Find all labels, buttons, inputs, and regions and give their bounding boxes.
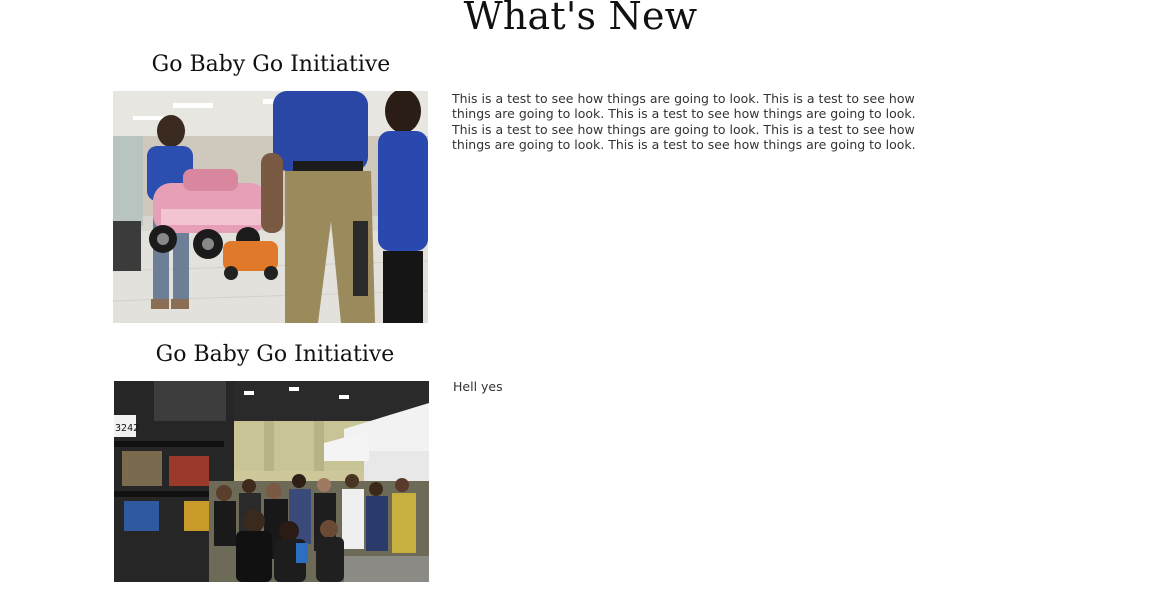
post-body: Hell yes [453, 379, 503, 394]
booth-number-sign: 3242 [115, 423, 139, 434]
page-title: What's New [463, 0, 698, 38]
post-body: This is a test to see how things are goi… [452, 91, 916, 153]
post-title: Go Baby Go Initiative [155, 342, 395, 367]
post-image-robotics-pit-crowd: 3242 [114, 381, 429, 582]
post-title: Go Baby Go Initiative [151, 52, 391, 77]
post-image-go-baby-go-cars [113, 91, 428, 323]
